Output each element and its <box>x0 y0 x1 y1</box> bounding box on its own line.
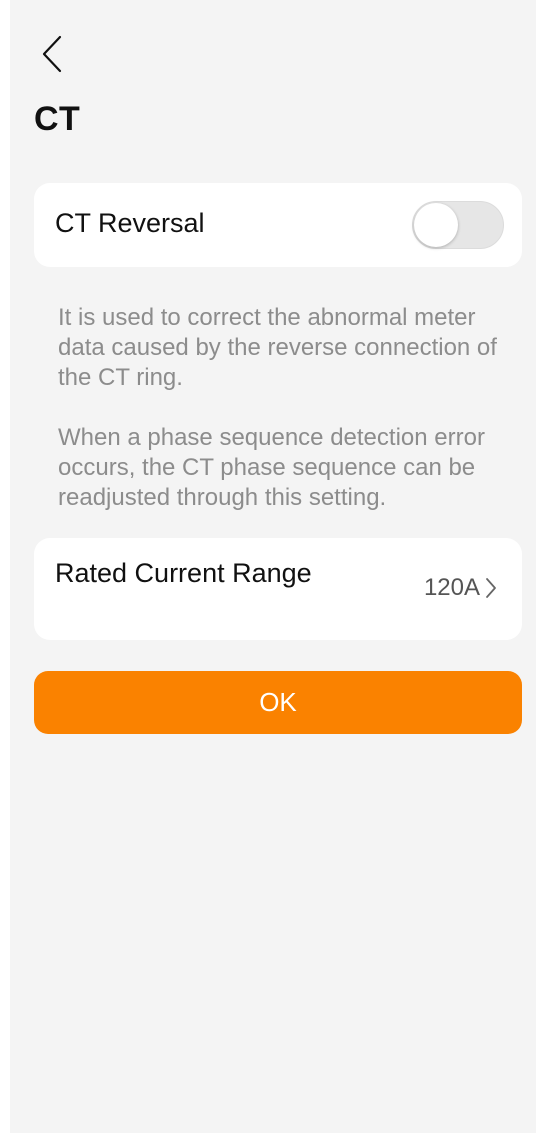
rated-current-range-value: 120A <box>423 574 480 601</box>
chevron-right-icon <box>486 578 496 598</box>
back-button[interactable] <box>36 34 72 74</box>
page-title: CT <box>34 100 81 138</box>
rated-current-range-selector[interactable]: 120A <box>424 574 498 602</box>
ok-button[interactable]: OK <box>34 671 522 734</box>
rated-current-range-label: Rated Current Range <box>55 558 312 588</box>
ct-reversal-description: It is used to correct the abnormal meter… <box>58 304 497 391</box>
rated-current-range-row[interactable]: Rated Current Range 120A <box>34 538 522 640</box>
chevron-left-icon <box>42 35 62 73</box>
toggle-knob <box>414 203 458 247</box>
ct-reversal-label: CT Reversal <box>55 208 205 238</box>
ct-reversal-toggle[interactable] <box>412 201 504 249</box>
phase-sequence-description: When a phase sequence detection error oc… <box>58 424 485 511</box>
ct-settings-screen: CT CT Reversal It is used to correct the… <box>10 0 536 1133</box>
ct-reversal-card: CT Reversal <box>34 183 522 267</box>
